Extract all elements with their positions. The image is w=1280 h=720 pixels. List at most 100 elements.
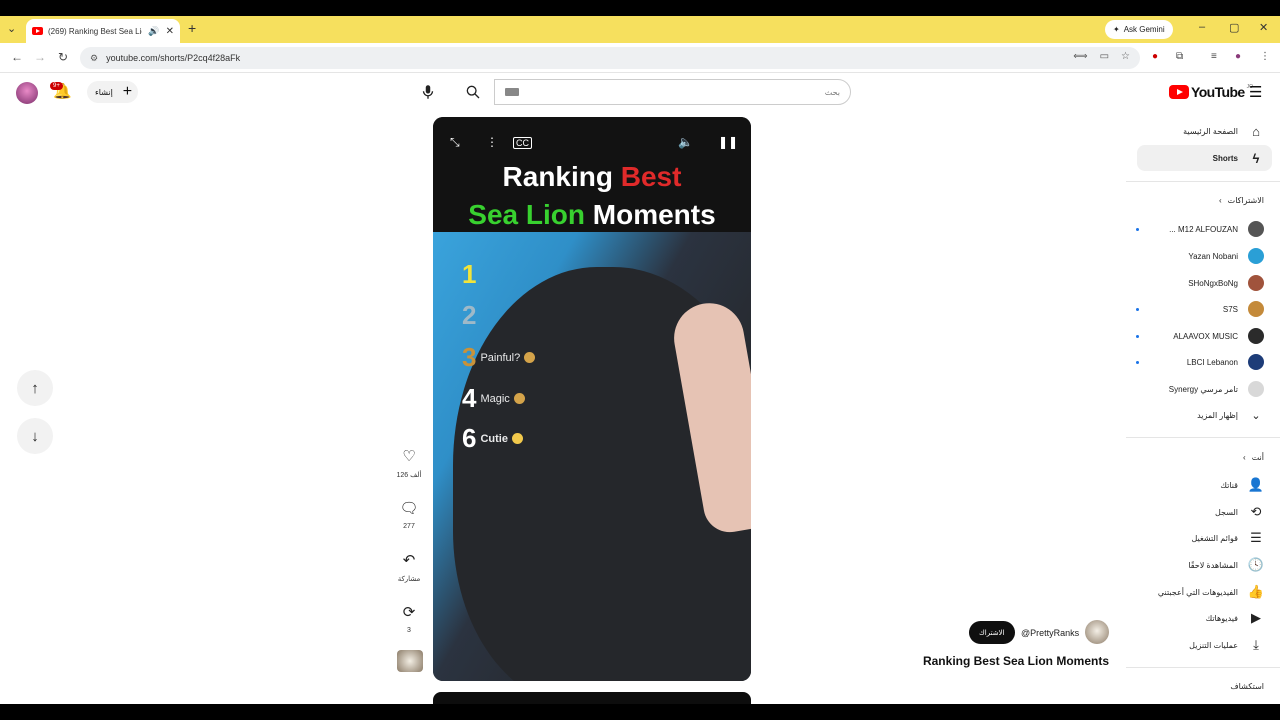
remix-button[interactable]: ⟳ 3	[395, 603, 423, 634]
fullscreen-expand-icon[interactable]: ⤡	[450, 135, 460, 150]
media-controls-icon[interactable]: ≡	[1211, 51, 1217, 62]
account-avatar[interactable]	[16, 82, 38, 104]
new-tab-button[interactable]: +	[188, 20, 196, 36]
rank-item: 4 Magic	[462, 383, 525, 414]
extensions-puzzle-icon[interactable]: ⧉	[1176, 51, 1183, 62]
youtube-favicon-icon	[32, 27, 43, 35]
chrome-menu-icon[interactable]: ⋮	[1260, 51, 1270, 62]
shorts-video-player[interactable]: ⤡ ⋮ CC 🔈 ❚❚ Ranking Best Sea Lion Moment…	[433, 117, 751, 681]
youtube-logo[interactable]: YouTube JO	[1169, 84, 1253, 100]
comment-count: 277	[403, 523, 415, 530]
sidebar-channel-item[interactable]: S7S	[1130, 296, 1264, 322]
show-more-label: إظهار المزيد	[1197, 410, 1238, 420]
sidebar-item-label: عمليات التنزيل	[1189, 640, 1238, 650]
sidebar-item-your-videos[interactable]: ▶ فيديوهاتك	[1130, 605, 1264, 631]
voice-search-mic-icon[interactable]	[419, 83, 437, 101]
sidebar-item-watch-later[interactable]: 🕓 المشاهدة لاحقًا	[1130, 552, 1264, 578]
chevron-down-icon: ⌄	[1251, 409, 1261, 422]
channel-name: S7S	[1222, 304, 1238, 314]
subscribe-button[interactable]: الاشتراك	[969, 621, 1015, 644]
sidebar-item-history[interactable]: ⟲ السجل	[1130, 499, 1264, 525]
rank-number: 2	[462, 300, 477, 330]
remix-count: 3	[407, 627, 411, 634]
next-short-button[interactable]: ↓	[17, 418, 53, 454]
ask-gemini-button[interactable]: ✦ Ask Gemini	[1105, 20, 1173, 39]
channel-handle[interactable]: @PrettyRanks	[1021, 628, 1079, 638]
thumbs-up-icon: 👍	[1247, 584, 1264, 599]
browser-tab-strip: ⌄ (269) Ranking Best Sea Lion 🔊 ✕ + ✦ As…	[0, 16, 1280, 43]
sidebar-channel-item[interactable]: تامر مرسي Synergy	[1130, 376, 1264, 402]
create-label: إنشاء	[95, 87, 113, 97]
sidebar-channel-item[interactable]: LBCI Lebanon	[1130, 349, 1264, 375]
bookmark-star-icon[interactable]: ☆	[1121, 51, 1130, 62]
cast-icon[interactable]: ▭	[1100, 51, 1109, 62]
volume-icon[interactable]: 🔈	[678, 135, 693, 149]
video-play-icon: ▶	[1251, 610, 1261, 625]
search-button[interactable]	[455, 79, 491, 105]
keyboard-icon[interactable]	[505, 88, 519, 96]
sidebar-item-shorts[interactable]: ϟ Shorts	[1137, 145, 1272, 171]
title-word-best: Best	[620, 161, 682, 192]
rank-item: 6 Cutie	[462, 423, 523, 454]
back-arrow-icon[interactable]: ←	[11, 50, 23, 64]
sidebar-channel-item[interactable]: SHoNgxBoNg	[1130, 270, 1264, 296]
youtube-wordmark: YouTube	[1191, 84, 1245, 100]
browser-tab[interactable]: (269) Ranking Best Sea Lion 🔊 ✕	[26, 19, 180, 43]
sound-source-avatar[interactable]	[397, 650, 423, 672]
window-close-icon[interactable]: ✕	[1259, 21, 1268, 34]
you-header[interactable]: أنت ›	[1243, 453, 1264, 462]
new-content-dot	[1136, 228, 1139, 231]
guide-menu-icon[interactable]: ☰	[1249, 83, 1262, 101]
tab-search-icon[interactable]: ⌄	[7, 22, 16, 35]
sidebar-item-home[interactable]: ⌂ الصفحة الرئيسية	[1130, 118, 1264, 144]
extension-icon[interactable]: ●	[1152, 51, 1158, 62]
sidebar-item-label: الفيديوهات التي أعجبتني	[1157, 587, 1238, 597]
comments-button[interactable]: 🗨 277	[395, 499, 423, 530]
channel-avatar[interactable]	[1085, 620, 1109, 644]
channel-avatar-icon	[1248, 221, 1264, 237]
plus-icon: +	[122, 83, 133, 100]
remix-icon: ⟳	[402, 604, 416, 621]
sidebar-item-liked-videos[interactable]: 👍 الفيديوهات التي أعجبتني	[1130, 579, 1264, 605]
sidebar-item-playlists[interactable]: ☰ قوائم التشغيل	[1130, 525, 1264, 551]
minimize-icon[interactable]: –	[1199, 21, 1205, 33]
rank-item: 2	[462, 300, 476, 331]
translate-icon[interactable]: ⟺	[1073, 51, 1087, 62]
rank-item: 1	[462, 259, 476, 290]
search-input[interactable]: بحث	[494, 79, 851, 105]
site-info-icon[interactable]: ⚙	[90, 53, 98, 64]
pause-icon[interactable]: ❚❚	[718, 135, 738, 149]
sidebar-divider	[1126, 437, 1280, 438]
shorts-icon: ϟ	[1252, 150, 1260, 166]
captions-cc-icon[interactable]: CC	[513, 137, 532, 149]
reload-icon[interactable]: ↻	[58, 50, 68, 64]
sidebar-channel-item[interactable]: ALAAVOX MUSIC	[1130, 323, 1264, 349]
like-button[interactable]: ♡ 126 ألف	[395, 447, 423, 479]
gemini-sparkle-icon: ✦	[1113, 25, 1120, 34]
arrow-down-icon: ↓	[31, 427, 39, 445]
sidebar-channel-item[interactable]: Yazan Nobani	[1130, 243, 1264, 269]
restore-icon[interactable]: ▢	[1229, 21, 1239, 34]
tab-audio-icon[interactable]: 🔊	[148, 26, 159, 37]
address-bar[interactable]: ⚙ youtube.com/shorts/P2cq4f28aFk ⟺ ▭ ☆	[80, 47, 1140, 69]
more-options-icon[interactable]: ⋮	[486, 135, 498, 149]
previous-short-button[interactable]: ↑	[17, 370, 53, 406]
subscriptions-header[interactable]: الاشتراكات ›	[1219, 196, 1264, 205]
notifications-badge: 9+	[50, 82, 63, 90]
sidebar-item-your-channel[interactable]: 👤 قناتك	[1130, 472, 1264, 498]
rank-label: Painful?	[480, 351, 521, 364]
sidebar-item-downloads[interactable]: ⤓ عمليات التنزيل	[1130, 632, 1264, 658]
sidebar-channel-item[interactable]: M12 ALFOUZAN ...	[1130, 216, 1264, 242]
history-icon: ⟲	[1250, 504, 1262, 519]
forward-arrow-icon[interactable]: →	[34, 50, 46, 64]
create-button[interactable]: إنشاء +	[87, 81, 139, 103]
explore-label: استكشاف	[1230, 682, 1264, 691]
tab-close-icon[interactable]: ✕	[166, 26, 174, 37]
share-button[interactable]: ↶ مشاركة	[395, 551, 423, 583]
new-content-dot	[1136, 308, 1139, 311]
emoji-icon	[513, 393, 525, 404]
show-more-button[interactable]: ⌄ إظهار المزيد	[1130, 402, 1264, 428]
guide-sidebar: ⌂ الصفحة الرئيسية ϟ Shorts الاشتراكات › …	[1126, 113, 1280, 704]
profile-icon[interactable]: ●	[1235, 51, 1241, 62]
video-overlay-title-line1: Ranking Best	[433, 161, 751, 193]
